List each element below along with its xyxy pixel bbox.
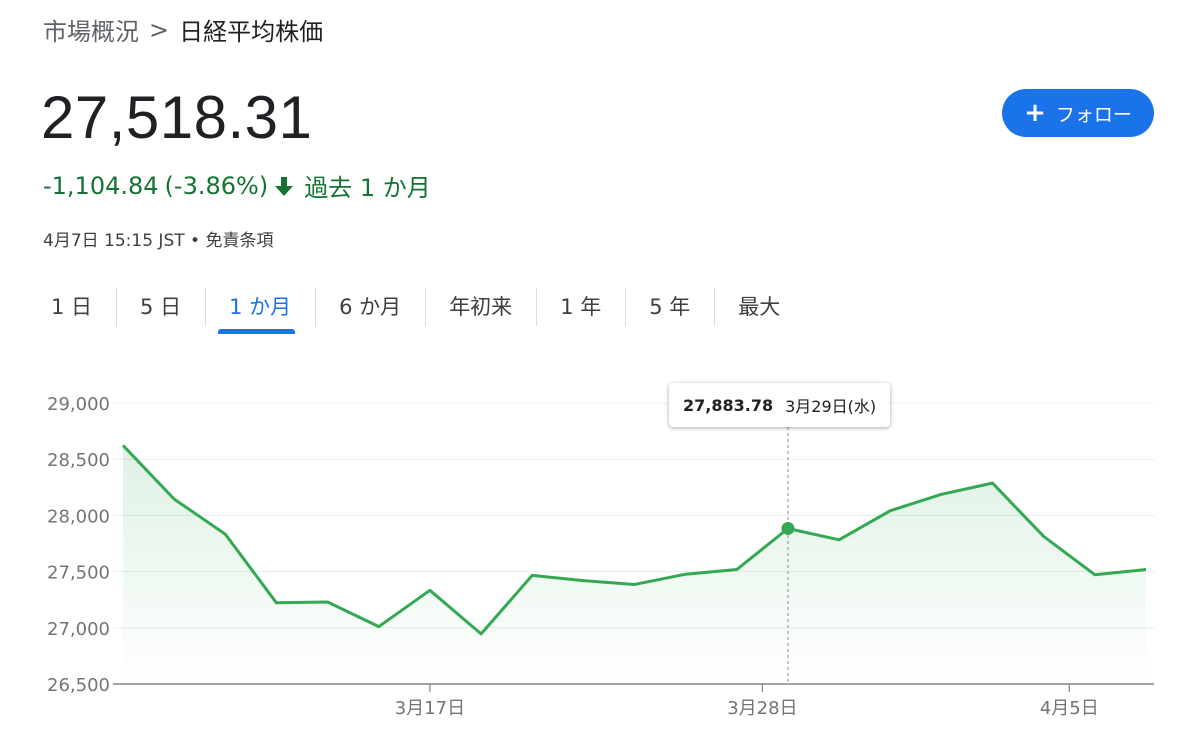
tab-label: 1 年: [560, 295, 602, 319]
change-period: 過去 1 か月: [304, 174, 431, 202]
tab-label: 最大: [738, 295, 781, 319]
tab-range[interactable]: 1 か月: [205, 280, 315, 334]
follow-button[interactable]: + フォロー: [1002, 89, 1154, 137]
tab-label: 5 年: [649, 295, 691, 319]
tab-label: 1 か月: [229, 295, 292, 319]
range-tabs: 1 日 5 日 1 か月 6 か月 年初来 1 年 5 年 最大: [27, 280, 804, 336]
x-tick-label: 4月5日: [1040, 698, 1099, 719]
y-tick-label: 27,000: [47, 619, 110, 640]
tooltip-value: 27,883.78: [683, 395, 774, 415]
follow-button-label: フォロー: [1055, 103, 1132, 126]
active-tab-indicator: [218, 329, 296, 334]
x-tick-label: 3月28日: [727, 698, 797, 719]
current-price: 27,518.31: [41, 84, 313, 151]
tab-range[interactable]: 最大: [714, 280, 804, 332]
tab-range[interactable]: 1 日: [27, 280, 116, 332]
plus-icon: +: [1024, 98, 1046, 128]
timestamp-disclaimer: 4月7日 15:15 JST • 免責条項: [43, 231, 274, 251]
chart-tooltip: 27,883.78 3月29日(水): [669, 383, 891, 427]
change-percent: (-3.86%): [164, 171, 269, 200]
x-tick-label: 3月17日: [395, 698, 465, 719]
arrow-down-icon: [275, 176, 294, 196]
breadcrumb: 市場概況 > 日経平均株価: [43, 12, 323, 47]
tab-range[interactable]: 6 か月: [315, 280, 425, 332]
breadcrumb-parent-link[interactable]: 市場概況: [43, 12, 139, 47]
hover-point: [781, 521, 795, 535]
tab-label: 年初来: [449, 295, 513, 319]
tab-range[interactable]: 5 日: [116, 280, 205, 332]
tab-range[interactable]: 5 年: [625, 280, 714, 332]
y-tick-label: 28,000: [47, 506, 110, 527]
tab-range[interactable]: 年初来: [425, 280, 536, 332]
tab-label: 1 日: [51, 295, 93, 319]
y-tick-label: 28,500: [47, 450, 110, 471]
breadcrumb-current: 日経平均株価: [179, 18, 324, 46]
y-tick-label: 29,000: [47, 394, 110, 415]
tooltip-date: 3月29日(水): [785, 397, 877, 416]
breadcrumb-separator: >: [149, 15, 170, 44]
tab-label: 6 か月: [339, 295, 402, 319]
price-change: -1,104.84 (-3.86%) 過去 1 か月: [43, 168, 431, 203]
tab-label: 5 日: [140, 295, 182, 319]
price-chart[interactable]: 26,500 27,000 27,500 28,000 28,500 29,000 3月1…: [0, 370, 1200, 736]
tab-range[interactable]: 1 年: [536, 280, 625, 332]
price-area-fill: [123, 445, 1146, 684]
y-tick-label: 26,500: [47, 675, 110, 696]
y-tick-label: 27,500: [47, 563, 110, 584]
change-value: -1,104.84: [43, 171, 159, 200]
